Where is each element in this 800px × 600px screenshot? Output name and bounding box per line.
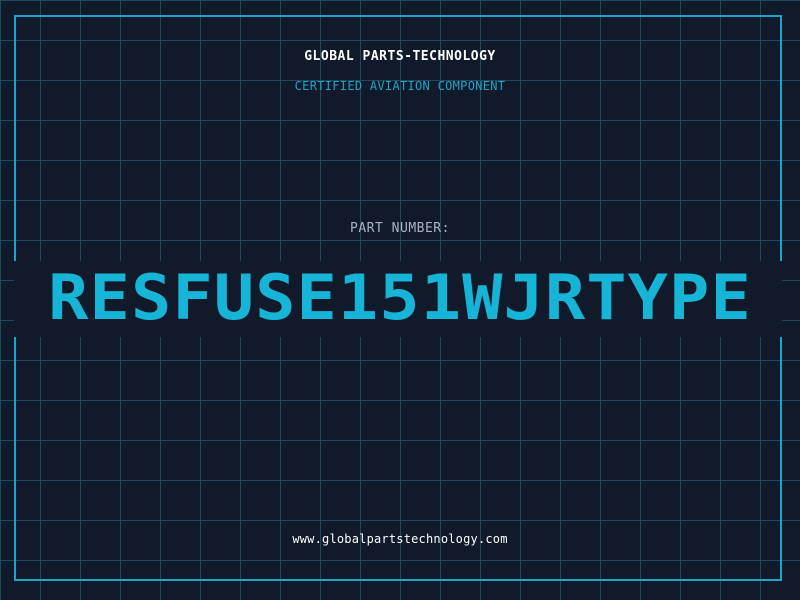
part-number-value: RESFUSE151WJRTYPE xyxy=(48,261,752,334)
certification-subtitle: CERTIFIED AVIATION COMPONENT xyxy=(294,79,506,93)
website-url: www.globalpartstechnology.com xyxy=(292,532,508,546)
company-name: GLOBAL PARTS-TECHNOLOGY xyxy=(304,49,496,64)
part-card: GLOBAL PARTS-TECHNOLOGY CERTIFIED AVIATI… xyxy=(0,0,800,600)
card-header: GLOBAL PARTS-TECHNOLOGY CERTIFIED AVIATI… xyxy=(0,48,800,94)
part-number-label: PART NUMBER: xyxy=(350,221,450,236)
